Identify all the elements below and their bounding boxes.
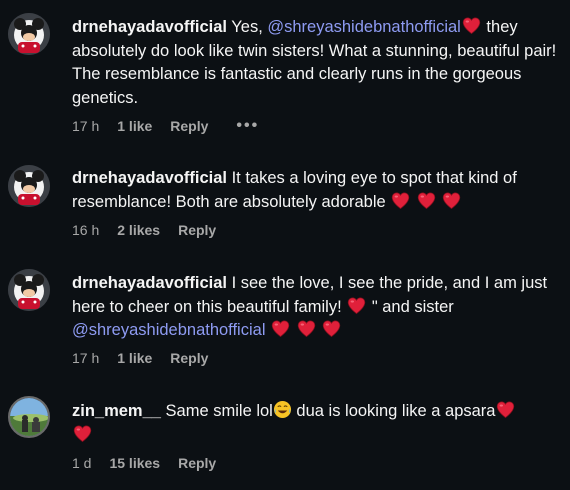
likes-count[interactable]: 15 likes (109, 455, 160, 471)
comment-username[interactable]: drnehayadavofficial (72, 18, 227, 36)
comment-time: 17 h (72, 350, 100, 366)
reply-button[interactable]: Reply (178, 222, 216, 238)
face-with-tears-of-joy-icon (273, 400, 292, 419)
comment-meta: 17 h 1 like Reply ••• (72, 117, 277, 135)
comment-meta: 17 h 1 like Reply (72, 350, 226, 366)
comment-text: zin_mem__ Same smile lol dua is looking … (72, 400, 562, 447)
comment-username[interactable]: zin_mem__ (72, 402, 161, 420)
comment-text: drnehayadavofficial Yes, @shreyashidebna… (72, 17, 557, 107)
comment-username[interactable]: drnehayadavofficial (72, 274, 227, 292)
likes-count[interactable]: 1 like (117, 118, 152, 134)
comment-text: drnehayadavofficial I see the love, I se… (72, 274, 548, 339)
comment-meta: 1 d 15 likes Reply (72, 455, 234, 471)
avatar[interactable] (8, 165, 50, 207)
reply-button[interactable]: Reply (178, 455, 216, 471)
comment-meta: 16 h 2 likes Reply (72, 222, 234, 238)
reply-button[interactable]: Reply (170, 118, 208, 134)
comment-username[interactable]: drnehayadavofficial (72, 169, 227, 187)
likes-count[interactable]: 2 likes (117, 222, 160, 238)
more-options-icon[interactable]: ••• (236, 117, 259, 135)
comment-time: 16 h (72, 222, 100, 238)
red-heart-icon (347, 297, 366, 314)
reply-button[interactable]: Reply (170, 350, 208, 366)
red-heart-icon (442, 192, 461, 209)
red-heart-icon (297, 320, 316, 337)
red-heart-icon (73, 425, 92, 442)
red-heart-icon (322, 320, 341, 337)
red-heart-icon (496, 401, 515, 418)
likes-count[interactable]: 1 like (117, 350, 152, 366)
red-heart-icon (391, 192, 410, 209)
red-heart-icon (462, 17, 481, 34)
avatar[interactable] (8, 269, 50, 311)
comment-text: drnehayadavofficial It takes a loving ey… (72, 169, 517, 211)
mention-link[interactable]: @shreyashidebnathofficial (72, 321, 265, 339)
red-heart-icon (417, 192, 436, 209)
comment-time: 17 h (72, 118, 100, 134)
mention-link[interactable]: @shreyashidebnathofficial (267, 18, 460, 36)
avatar[interactable] (8, 13, 50, 55)
comment-time: 1 d (72, 455, 92, 471)
red-heart-icon (271, 320, 290, 337)
avatar[interactable] (8, 396, 50, 438)
